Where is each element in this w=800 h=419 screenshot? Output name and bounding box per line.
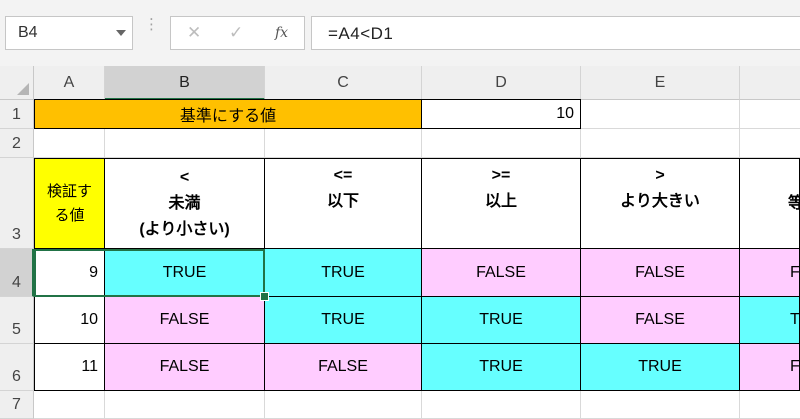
cell-f3[interactable]: 等: [739, 158, 800, 249]
cell-f2[interactable]: [740, 129, 800, 158]
select-all-button[interactable]: [0, 66, 34, 100]
row-header-6[interactable]: 6: [0, 344, 34, 391]
cell-d3[interactable]: >= 以上: [421, 158, 581, 249]
cell-d4[interactable]: FALSE: [421, 248, 581, 297]
drag-handle-icon[interactable]: ⋮: [144, 17, 159, 32]
cell-a6[interactable]: 11: [34, 343, 105, 391]
cell-e4[interactable]: FALSE: [580, 248, 740, 297]
cell-f7[interactable]: [740, 391, 800, 419]
formula-buttons: ✕ ✓ fx: [170, 16, 305, 50]
cell-b3[interactable]: < 未満 (より小さい): [104, 158, 265, 249]
column-header-b[interactable]: B: [105, 66, 265, 100]
cell-a5[interactable]: 10: [34, 296, 105, 344]
cell-c7[interactable]: [265, 391, 422, 419]
cancel-icon[interactable]: ✕: [187, 23, 201, 43]
cell-d5[interactable]: TRUE: [421, 296, 581, 344]
cell-e6[interactable]: TRUE: [580, 343, 740, 391]
cell-f6[interactable]: F: [739, 343, 800, 391]
cell-b6[interactable]: FALSE: [104, 343, 265, 391]
column-header-d[interactable]: D: [422, 66, 581, 100]
cell-b5[interactable]: FALSE: [104, 296, 265, 344]
column-header-c[interactable]: C: [265, 66, 422, 100]
cell-d6[interactable]: TRUE: [421, 343, 581, 391]
cell-c3[interactable]: <= 以下: [264, 158, 422, 249]
cell-a1-merged[interactable]: 基準にする値: [34, 99, 422, 129]
cell-d1[interactable]: 10: [421, 99, 581, 129]
cell-c6[interactable]: FALSE: [264, 343, 422, 391]
row-header-7[interactable]: 7: [0, 391, 34, 419]
cell-a7[interactable]: [34, 391, 105, 419]
cell-e1[interactable]: [581, 100, 740, 129]
name-box[interactable]: B4: [5, 16, 133, 50]
row-header-3[interactable]: 3: [0, 158, 34, 249]
fill-handle[interactable]: [260, 292, 269, 301]
row-header-4[interactable]: 4: [0, 249, 34, 297]
cell-c5[interactable]: TRUE: [264, 296, 422, 344]
cell-f4[interactable]: F: [739, 248, 800, 297]
formula-bar: B4 ⋮ ✕ ✓ fx =A4<D1: [0, 0, 800, 67]
cell-d2[interactable]: [422, 129, 581, 158]
row-header-5[interactable]: 5: [0, 297, 34, 344]
column-header-f[interactable]: [740, 66, 800, 100]
cell-b4[interactable]: TRUE: [104, 248, 265, 297]
column-header-e[interactable]: E: [581, 66, 740, 100]
cell-a4[interactable]: 9: [34, 248, 105, 297]
formula-input[interactable]: =A4<D1: [311, 16, 800, 50]
enter-icon[interactable]: ✓: [229, 23, 243, 43]
cell-e7[interactable]: [581, 391, 740, 419]
cell-f1[interactable]: [740, 100, 800, 129]
cell-e5[interactable]: FALSE: [580, 296, 740, 344]
row-header-1[interactable]: 1: [0, 100, 34, 129]
cell-e2[interactable]: [581, 129, 740, 158]
formula-text: =A4<D1: [328, 24, 394, 43]
cell-b2[interactable]: [105, 129, 265, 158]
chevron-down-icon[interactable]: [116, 30, 126, 36]
column-header-a[interactable]: A: [34, 66, 105, 100]
select-all-icon: [17, 83, 29, 95]
cell-a3[interactable]: 検証す る値: [34, 158, 105, 249]
cell-b7[interactable]: [105, 391, 265, 419]
insert-function-icon[interactable]: fx: [275, 25, 288, 41]
row-header-2[interactable]: 2: [0, 129, 34, 158]
cell-f5[interactable]: T: [739, 296, 800, 344]
name-box-value: B4: [18, 24, 38, 41]
cell-d7[interactable]: [422, 391, 581, 419]
cell-c4[interactable]: TRUE: [264, 248, 422, 297]
cell-e3[interactable]: > より大きい: [580, 158, 740, 249]
cell-c2[interactable]: [265, 129, 422, 158]
cell-a2[interactable]: [34, 129, 105, 158]
